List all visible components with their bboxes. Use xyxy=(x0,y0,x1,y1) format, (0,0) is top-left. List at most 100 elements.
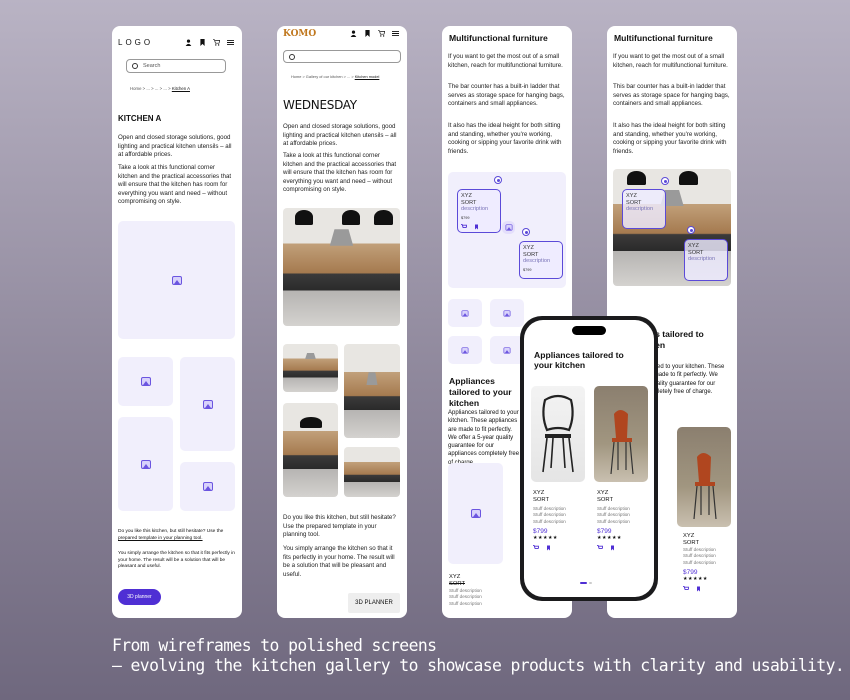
hotspot[interactable] xyxy=(522,228,530,236)
image-placeholder xyxy=(502,221,515,234)
image-placeholder xyxy=(118,357,173,406)
kitchen-photo[interactable] xyxy=(283,403,338,497)
caption-line-1: From wireframes to polished screens xyxy=(112,636,437,655)
section-heading: Appliances tailored to your kitchen xyxy=(449,376,512,408)
cart-icon[interactable] xyxy=(683,586,689,592)
menu-icon[interactable] xyxy=(392,30,399,37)
image-icon xyxy=(461,309,469,317)
bookmark-icon[interactable] xyxy=(199,39,206,46)
search-icon xyxy=(289,53,295,60)
caption-line-2: — evolving the kitchen gallery to showca… xyxy=(112,656,845,675)
rating-stars: ★★★★★ xyxy=(597,535,622,542)
kitchen-photo[interactable] xyxy=(283,208,400,326)
body-text: Take a look at this functional corner ki… xyxy=(283,152,397,194)
thumbnail[interactable] xyxy=(490,336,524,364)
cart-icon[interactable] xyxy=(213,39,220,46)
cart-icon[interactable] xyxy=(378,30,385,37)
product-image[interactable] xyxy=(531,386,585,482)
product-image[interactable] xyxy=(594,386,648,482)
bookmark-icon[interactable] xyxy=(364,30,371,37)
text: The bar counter has a built-in ladder th… xyxy=(448,83,565,108)
kitchen-photo[interactable] xyxy=(344,344,400,438)
bookmark-icon[interactable] xyxy=(474,224,479,230)
chair-icon xyxy=(693,453,717,520)
image-icon xyxy=(140,377,151,386)
search-icon xyxy=(132,63,138,69)
carousel-indicator[interactable] xyxy=(580,582,592,584)
header-icons xyxy=(185,39,234,46)
text: It also has the ideal height for both si… xyxy=(613,122,727,155)
section-title: Multifunctional furniture xyxy=(614,33,713,43)
product-card-info: XYZ SORT Stuff description Stuff descrip… xyxy=(449,574,482,606)
intro-text: Open and closed storage solutions, good … xyxy=(118,134,232,159)
phone-screen: Appliances tailored to your kitchen XYZ … xyxy=(524,320,654,597)
search-input[interactable]: Search xyxy=(126,59,226,73)
product-tag[interactable]: XYZ SORT description xyxy=(622,189,666,229)
planning-tool-link[interactable]: prepared template in your planning tool. xyxy=(118,536,203,541)
image-placeholder xyxy=(180,357,235,451)
text: If you want to get the most out of a sma… xyxy=(448,53,563,69)
phone-mockup: Appliances tailored to your kitchen XYZ … xyxy=(520,316,658,601)
rating-stars: ★★★★★ xyxy=(683,576,708,583)
image-placeholder xyxy=(118,221,235,339)
hotspot[interactable] xyxy=(661,177,669,185)
user-icon[interactable] xyxy=(185,39,192,46)
header-icons xyxy=(350,30,399,37)
bookmark-icon[interactable] xyxy=(546,545,551,551)
chair-icon xyxy=(610,410,634,475)
text: If you want to get the most out of a sma… xyxy=(613,53,728,69)
footer-text-2: You simply arrange the kitchen so that i… xyxy=(283,545,395,578)
wireframe-panel: LOGO Search Home > ... > ... > ... > Kit… xyxy=(112,26,242,618)
kitchen-photo[interactable] xyxy=(344,447,400,497)
image-icon xyxy=(202,482,213,491)
caption: From wireframes to polished screens — ev… xyxy=(112,636,845,676)
product-card-info: XYZ SORT Stuff description Stuff descrip… xyxy=(533,490,566,551)
3d-planner-button[interactable]: 3D planner xyxy=(118,589,161,605)
product-card-info: XYZ SORT Stuff description Stuff descrip… xyxy=(683,533,716,592)
page-title: KITCHEN A xyxy=(118,114,162,123)
breadcrumb: Home > ... > ... > ... > Kitchen A xyxy=(130,86,190,91)
thumbnail[interactable] xyxy=(448,336,482,364)
text: Appliances tailored to your kitchen. The… xyxy=(448,410,520,466)
rating-stars: ★★★★★ xyxy=(533,535,558,542)
product-tag[interactable]: XYZ SORT description $799 xyxy=(457,189,501,233)
image-icon xyxy=(505,224,512,231)
section-title: Multifunctional furniture xyxy=(449,33,548,43)
3d-planner-button[interactable]: 3D PLANNER xyxy=(348,593,400,613)
user-icon[interactable] xyxy=(350,30,357,37)
polished-panel: KOMO Home > Gallery of our kitchen > ...… xyxy=(277,26,407,618)
image-placeholder xyxy=(180,462,235,511)
footer-text: Do you like this kitchen, but still hesi… xyxy=(283,514,396,539)
cart-icon[interactable] xyxy=(461,224,467,230)
product-image-placeholder[interactable] xyxy=(448,463,503,564)
body-text: Take a look at this functional corner ki… xyxy=(118,164,232,206)
cart-icon[interactable] xyxy=(533,545,539,551)
page-title: WEDNESDAY xyxy=(283,98,357,112)
search-input[interactable] xyxy=(283,50,401,63)
kitchen-photo[interactable] xyxy=(283,344,338,392)
thumbnail[interactable] xyxy=(490,299,524,327)
dynamic-island xyxy=(572,326,606,335)
breadcrumb: Home > Gallery of our kitchen > ... > Ki… xyxy=(291,74,380,79)
bookmark-icon[interactable] xyxy=(696,586,701,592)
text: It also has the ideal height for both si… xyxy=(448,122,562,155)
hotspot[interactable] xyxy=(494,176,502,184)
product-card-info: XYZ SORT Stuff description Stuff descrip… xyxy=(597,490,630,551)
logo[interactable]: KOMO xyxy=(283,29,316,39)
image-icon xyxy=(171,275,182,285)
footer-text-2: You simply arrange the kitchen so that i… xyxy=(118,551,235,569)
text: This bar counter has a built-in ladder t… xyxy=(613,83,730,108)
hotspot[interactable] xyxy=(687,226,695,234)
phone-heading: Appliances tailored to your kitchen xyxy=(534,350,624,370)
product-image[interactable] xyxy=(677,427,731,527)
thumbnail[interactable] xyxy=(448,299,482,327)
cart-icon[interactable] xyxy=(597,545,603,551)
image-icon xyxy=(202,399,213,409)
product-tag[interactable]: XYZ SORT description $799 xyxy=(519,241,563,279)
logo[interactable]: LOGO xyxy=(118,38,153,47)
intro-text: Open and closed storage solutions, good … xyxy=(283,123,397,148)
product-tag[interactable]: XYZ SORT description xyxy=(684,239,728,281)
image-icon xyxy=(503,309,511,317)
bookmark-icon[interactable] xyxy=(610,545,615,551)
menu-icon[interactable] xyxy=(227,39,234,46)
